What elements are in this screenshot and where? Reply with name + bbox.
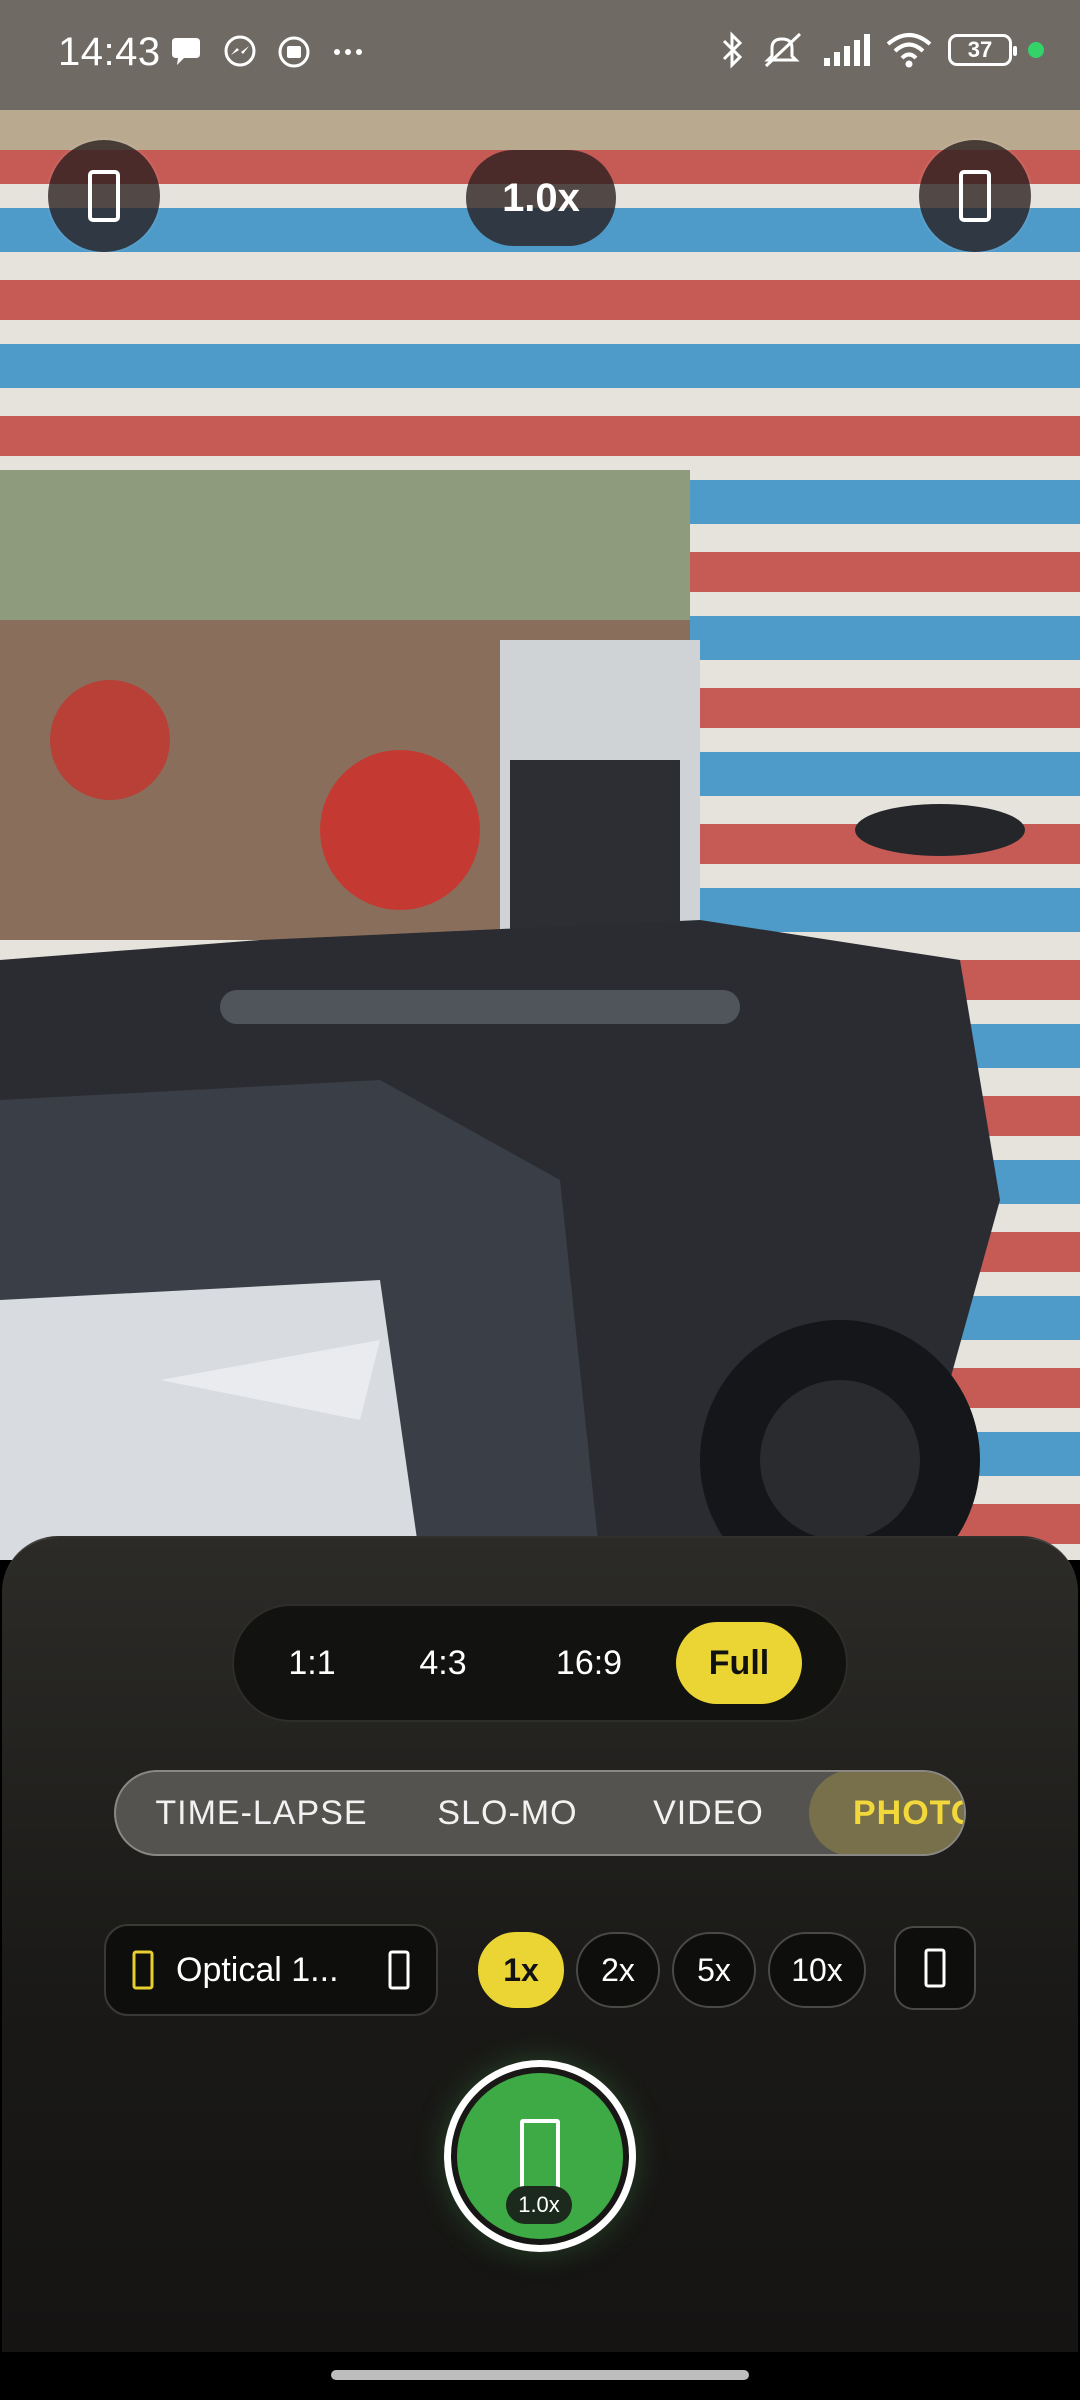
mode-slo-mo[interactable]: SLO-MO	[407, 1772, 608, 1854]
settings-button[interactable]	[894, 1926, 976, 2010]
lens-icon	[132, 1950, 154, 1990]
notification-icons	[168, 34, 366, 70]
flash-button[interactable]	[48, 140, 160, 252]
more-dots-icon	[334, 49, 362, 55]
zoom-1x-button[interactable]: 1x	[478, 1932, 564, 2008]
status-bar: 14:43 37	[0, 0, 1080, 110]
signal-icon	[824, 34, 870, 66]
app-notification-icon	[278, 36, 310, 68]
mode-photo[interactable]: PHOTO	[808, 1772, 964, 1854]
aspect-ratio-4-3[interactable]: 4:3	[372, 1622, 514, 1704]
silent-vibrate-icon	[764, 32, 802, 68]
messenger-icon	[224, 35, 256, 67]
capture-mode-selector: TIME-LAPSE SLO-MO VIDEO PHOTO	[114, 1770, 966, 1856]
shutter-zoom-badge: 1.0x	[506, 2186, 572, 2224]
aspect-ratio-selector: 1:1 4:3 16:9 Full	[232, 1604, 848, 1722]
chat-bubble-icon	[172, 38, 200, 65]
lens-selector[interactable]: Optical 1...	[104, 1924, 438, 2016]
zoom-5x-button[interactable]: 5x	[672, 1932, 756, 2008]
bluetooth-icon	[722, 31, 743, 69]
aspect-ratio-full[interactable]: Full	[676, 1622, 802, 1704]
aspect-ratio-1-1[interactable]: 1:1	[252, 1622, 372, 1704]
zoom-indicator[interactable]: 1.0x	[466, 150, 616, 246]
battery-level: 37	[967, 37, 993, 62]
switch-camera-icon	[959, 170, 991, 222]
lens-label: Optical 1...	[176, 1950, 339, 1989]
zoom-indicator-label: 1.0x	[502, 175, 580, 220]
zoom-10x-button[interactable]: 10x	[768, 1932, 866, 2008]
switch-camera-button[interactable]	[919, 140, 1031, 252]
phone-frame-icon	[520, 2119, 560, 2193]
settings-icon	[924, 1948, 946, 1988]
status-time: 14:43	[58, 30, 161, 74]
flash-icon	[88, 170, 120, 222]
aspect-ratio-16-9[interactable]: 16:9	[514, 1622, 664, 1704]
mode-video[interactable]: VIDEO	[608, 1772, 809, 1854]
battery-indicator: 37	[948, 34, 1017, 66]
zoom-2x-button[interactable]: 2x	[576, 1932, 660, 2008]
chevron-down-icon	[388, 1950, 410, 1990]
mode-time-lapse[interactable]: TIME-LAPSE	[116, 1772, 407, 1854]
wifi-icon	[886, 33, 932, 68]
system-icons: 37	[718, 30, 1044, 70]
privacy-indicator-dot	[1028, 42, 1044, 58]
home-indicator[interactable]	[331, 2370, 749, 2380]
